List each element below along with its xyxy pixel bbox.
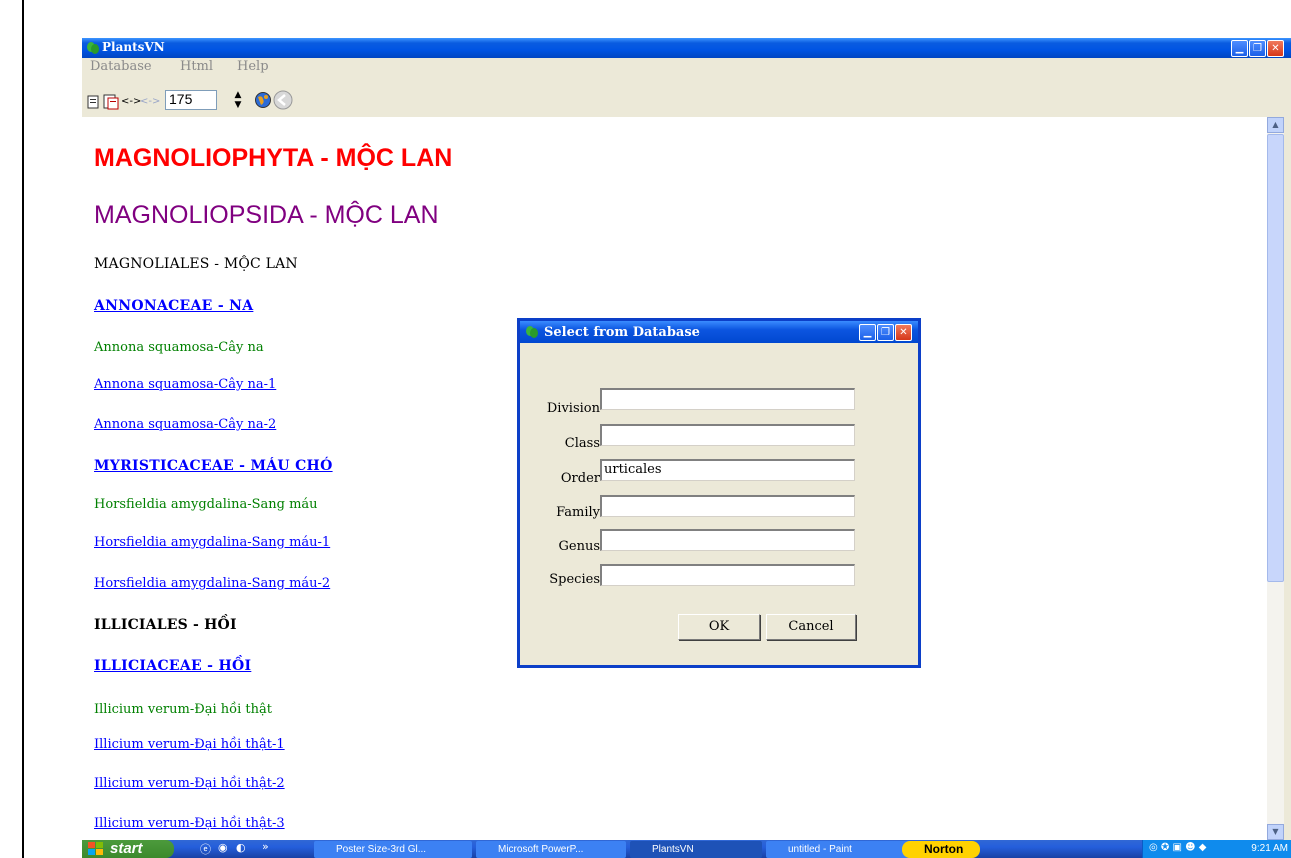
plant-app-icon <box>87 42 99 54</box>
menu-help[interactable]: Help <box>237 59 269 74</box>
restore-button[interactable]: ❐ <box>1249 40 1266 57</box>
ok-button[interactable]: OK <box>678 614 760 640</box>
scroll-up-arrow-icon[interactable]: ▲ <box>1267 117 1284 133</box>
dialog-close-button[interactable]: ✕ <box>895 324 912 341</box>
species-link[interactable]: Illicium verum-Đại hồi thật-2 <box>94 776 285 791</box>
dialog-title: Select from Database <box>544 325 700 340</box>
class-field[interactable] <box>600 424 855 446</box>
start-label: start <box>110 840 143 857</box>
class-heading: MAGNOLIOPSIDA - MỘC LAN <box>94 201 439 229</box>
species-label: Illicium verum-Đại hồi thật <box>94 702 272 717</box>
taskbar-item[interactable]: Poster Size-3rd Gl... <box>314 841 472 858</box>
dialog-restore-button[interactable]: ❐ <box>877 324 894 341</box>
back-circle-icon[interactable] <box>273 90 293 110</box>
page-number-field[interactable]: 175 <box>165 90 217 110</box>
scroll-down-arrow-icon[interactable]: ▼ <box>1267 824 1284 840</box>
window-title: PlantsVN <box>102 40 165 54</box>
genus-label: Genus <box>558 539 601 554</box>
species-label: Horsfieldia amygdalina-Sang máu <box>94 497 318 512</box>
system-tray: ◎ ✪ ▣ ☻ ◆ 9:21 AM <box>1142 840 1291 858</box>
species-label: Species <box>549 572 600 587</box>
select-from-database-dialog: Select from Database ▁ ❐ ✕ Division Clas… <box>517 318 921 668</box>
quicklaunch-ie-icon[interactable]: ⓔ <box>200 841 211 857</box>
family-link[interactable]: ANNONACEAE - NA <box>94 298 253 314</box>
norton-button[interactable]: Norton <box>902 841 980 858</box>
screen-frame-edge <box>22 0 24 858</box>
order-field[interactable]: urticales <box>600 459 855 481</box>
scroll-thumb[interactable] <box>1267 134 1284 582</box>
quicklaunch-media-icon[interactable]: ◉ <box>218 841 228 854</box>
division-label: Division <box>546 401 600 416</box>
species-field[interactable] <box>600 564 855 586</box>
start-button[interactable]: start <box>82 840 174 858</box>
cancel-button[interactable]: Cancel <box>766 614 856 640</box>
family-label: Family <box>556 505 600 520</box>
menu-database[interactable]: Database <box>90 59 152 74</box>
quicklaunch-desktop-icon[interactable]: ◐ <box>236 841 246 854</box>
tray-icons[interactable]: ◎ ✪ ▣ ☻ ◆ <box>1149 842 1206 853</box>
division-heading: MAGNOLIOPHYTA - MỘC LAN <box>94 144 453 172</box>
species-link[interactable]: Annona squamosa-Cây na-1 <box>94 377 276 392</box>
family-field[interactable] <box>600 495 855 517</box>
plant-app-icon <box>526 326 538 338</box>
taskbar-item[interactable]: Microsoft PowerP... <box>476 841 626 858</box>
menu-bar: Database Html Help <box>82 58 1291 77</box>
quicklaunch-overflow-icon[interactable]: » <box>262 840 269 853</box>
division-field[interactable] <box>600 388 855 410</box>
save-file-icon[interactable] <box>103 94 119 110</box>
family-link[interactable]: MYRISTICACEAE - MÁU CHÓ <box>94 458 333 474</box>
species-label: Annona squamosa-Cây na <box>94 340 264 355</box>
menu-html[interactable]: Html <box>180 59 213 74</box>
order-heading: ILLICIALES - HỒI <box>94 617 237 633</box>
species-link[interactable]: Horsfieldia amygdalina-Sang máu-2 <box>94 576 330 591</box>
clock: 9:21 AM <box>1251 843 1288 854</box>
dialog-title-bar[interactable]: Select from Database ▁ ❐ ✕ <box>520 321 918 343</box>
open-file-icon[interactable] <box>86 95 100 109</box>
backward-arrow-icon[interactable]: <-> <box>140 96 160 107</box>
family-link[interactable]: ILLICIACEAE - HỒI <box>94 658 251 674</box>
species-link[interactable]: Annona squamosa-Cây na-2 <box>94 417 276 432</box>
windows-logo-icon <box>88 842 103 855</box>
order-heading: MAGNOLIALES - MỘC LAN <box>94 256 298 272</box>
minimize-button[interactable]: ▁ <box>1231 40 1248 57</box>
dialog-minimize-button[interactable]: ▁ <box>859 324 876 341</box>
close-button[interactable]: ✕ <box>1267 40 1284 57</box>
class-label: Class <box>564 436 600 451</box>
genus-field[interactable] <box>600 529 855 551</box>
vertical-scrollbar[interactable]: ▲ ▼ <box>1267 117 1284 840</box>
globe-icon[interactable] <box>254 91 272 109</box>
species-link[interactable]: Illicium verum-Đại hồi thật-1 <box>94 737 285 752</box>
taskbar: start ⓔ ◉ ◐ » Poster Size-3rd Gl... Micr… <box>82 840 1291 858</box>
taskbar-item[interactable]: PlantsVN <box>630 841 762 858</box>
order-label: Order <box>560 471 600 486</box>
title-bar[interactable]: PlantsVN ▁ ❐ ✕ <box>82 38 1291 58</box>
forward-arrow-icon[interactable]: <-> <box>121 96 141 107</box>
species-link[interactable]: Horsfieldia amygdalina-Sang máu-1 <box>94 535 330 550</box>
species-link[interactable]: Illicium verum-Đại hồi thật-3 <box>94 816 285 831</box>
page-number-spinner[interactable]: ▲ ▼ <box>233 90 243 110</box>
